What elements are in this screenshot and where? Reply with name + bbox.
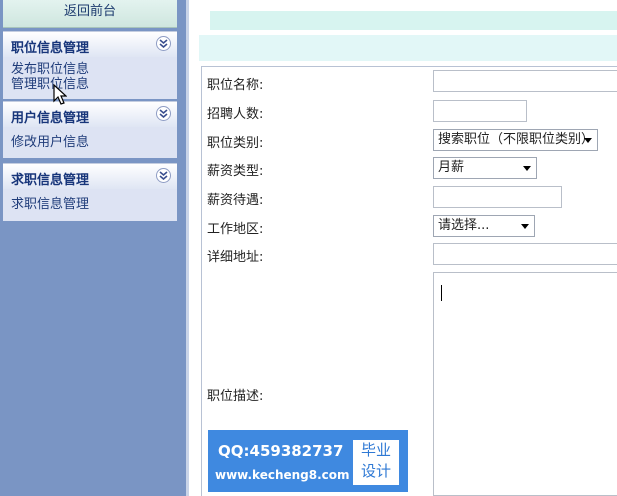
menu-title-jobseeker-management: 求职信息管理 xyxy=(11,173,90,188)
chevron-double-down-icon[interactable] xyxy=(156,168,171,183)
description-textarea[interactable] xyxy=(433,272,617,496)
watermark-badge: 毕业 设计 xyxy=(353,440,399,485)
menu-header-jobseeker-management[interactable]: 求职信息管理 xyxy=(3,163,177,189)
chevron-double-down-icon[interactable] xyxy=(156,36,171,51)
watermark-badge-line2: 设计 xyxy=(360,462,391,480)
menu-body-jobseeker-management: 求职信息管理 xyxy=(3,189,177,221)
label-description: 职位描述: xyxy=(207,389,264,404)
menu-item-edit-user[interactable]: 修改用户信息 xyxy=(11,135,89,150)
dropdown-arrow-icon xyxy=(521,224,529,229)
job-category-selected: 搜索职位（不限职位类别） xyxy=(438,132,595,147)
sidebar: 返回前台 职位信息管理 发布职位信息 管理职位信息 用户信息管理 修改用户信息 … xyxy=(0,0,189,496)
job-category-select[interactable]: 搜索职位（不限职位类别） xyxy=(433,129,598,151)
menu-header-job-management[interactable]: 职位信息管理 xyxy=(3,31,177,57)
job-name-input[interactable] xyxy=(433,70,617,92)
headcount-input[interactable] xyxy=(433,100,527,122)
label-job-name: 职位名称: xyxy=(207,78,264,93)
salary-type-select[interactable]: 月薪 xyxy=(433,157,537,179)
menu-header-user-management[interactable]: 用户信息管理 xyxy=(3,101,177,127)
mouse-cursor-icon xyxy=(53,83,68,110)
label-salary: 薪资待遇: xyxy=(207,193,264,208)
menu-item-manage-jobs[interactable]: 管理职位信息 xyxy=(11,77,89,92)
top-banner-bar xyxy=(210,11,617,30)
address-input[interactable] xyxy=(433,243,617,265)
salary-type-selected: 月薪 xyxy=(438,160,465,175)
main-content: 职位名称: 招聘人数: 职位类别: 搜索职位（不限职位类别） 薪资类型: 月薪 … xyxy=(189,0,617,496)
work-area-select[interactable]: 请选择... xyxy=(433,215,535,237)
menu-item-jobseeker-info[interactable]: 求职信息管理 xyxy=(11,197,89,212)
work-area-selected: 请选择... xyxy=(438,218,490,233)
chevron-double-down-icon[interactable] xyxy=(156,106,171,121)
watermark-qq: QQ:459382737 xyxy=(218,442,344,460)
label-job-category: 职位类别: xyxy=(207,136,264,151)
menu-title-job-management: 职位信息管理 xyxy=(11,41,90,56)
menu-item-publish-job[interactable]: 发布职位信息 xyxy=(11,62,89,77)
back-to-frontend-link[interactable]: 返回前台 xyxy=(3,0,177,28)
dropdown-arrow-icon xyxy=(584,138,592,143)
title-bar xyxy=(199,35,617,61)
menu-title-user-management: 用户信息管理 xyxy=(11,111,90,126)
text-caret xyxy=(441,285,442,301)
label-address: 详细地址: xyxy=(207,250,264,265)
label-work-area: 工作地区: xyxy=(207,222,264,237)
watermark-site: www.kecheng8.com xyxy=(215,468,350,482)
watermark-logo: QQ:459382737 www.kecheng8.com 毕业 设计 xyxy=(208,430,408,492)
dropdown-arrow-icon xyxy=(523,166,531,171)
menu-body-user-management: 修改用户信息 xyxy=(3,127,177,158)
watermark-badge-line1: 毕业 xyxy=(360,441,391,459)
label-salary-type: 薪资类型: xyxy=(207,164,264,179)
menu-body-job-management: 发布职位信息 管理职位信息 xyxy=(3,57,177,99)
salary-input[interactable] xyxy=(433,186,562,208)
label-headcount: 招聘人数: xyxy=(207,107,264,122)
